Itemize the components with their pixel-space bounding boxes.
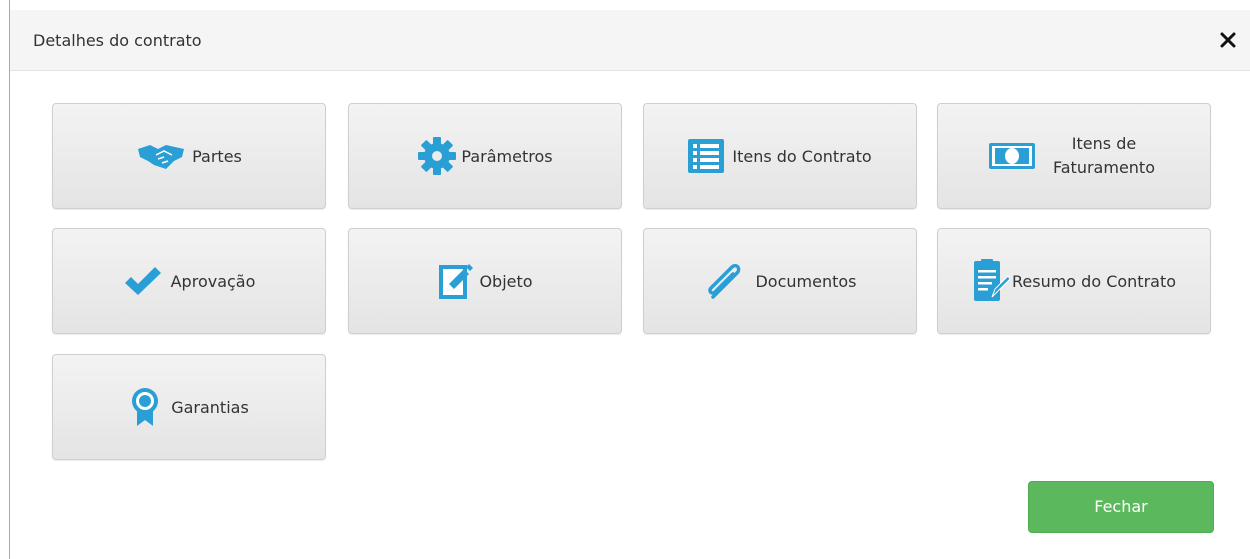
gear-icon — [418, 137, 457, 175]
tile-label: Parâmetros — [461, 146, 553, 166]
tile-parametros[interactable]: Parâmetros — [348, 103, 622, 209]
contract-details-dialog: Detalhes do contrato Partes Parâmetros I… — [0, 0, 1250, 559]
tile-label: Itens de Faturamento — [1053, 134, 1155, 177]
close-button[interactable]: Fechar — [1028, 481, 1214, 533]
handshake-icon — [138, 145, 185, 169]
tile-itens-do-contrato[interactable]: Itens do Contrato — [643, 103, 917, 209]
dialog-title: Detalhes do contrato — [33, 31, 202, 50]
tile-label: Objeto — [479, 271, 533, 291]
dialog-edge — [9, 0, 10, 559]
tile-label: Resumo do Contrato — [1011, 271, 1177, 291]
tile-partes[interactable]: Partes — [52, 103, 326, 209]
paperclip-icon — [708, 263, 741, 299]
tile-aprovacao[interactable]: Aprovação — [52, 228, 326, 334]
tile-label: Itens do Contrato — [732, 146, 872, 166]
tile-garantias[interactable]: Garantias — [52, 354, 326, 460]
dialog-header: Detalhes do contrato — [10, 10, 1250, 71]
document-icon — [973, 259, 1010, 301]
close-icon[interactable] — [1216, 28, 1240, 52]
tile-label: Documentos — [755, 271, 857, 291]
tile-label: Aprovação — [170, 271, 256, 291]
award-icon — [132, 388, 159, 426]
tile-label: Partes — [192, 146, 242, 166]
tile-resumo-do-contrato[interactable]: Resumo do Contrato — [937, 228, 1211, 334]
tile-itens-de-faturamento[interactable]: Itens de Faturamento — [937, 103, 1211, 209]
edit-icon — [439, 264, 474, 299]
money-icon — [989, 143, 1035, 169]
tile-objeto[interactable]: Objeto — [348, 228, 622, 334]
list-icon — [688, 139, 725, 173]
tile-label: Garantias — [171, 397, 249, 417]
checkmark-icon — [124, 267, 161, 295]
tile-documentos[interactable]: Documentos — [643, 228, 917, 334]
